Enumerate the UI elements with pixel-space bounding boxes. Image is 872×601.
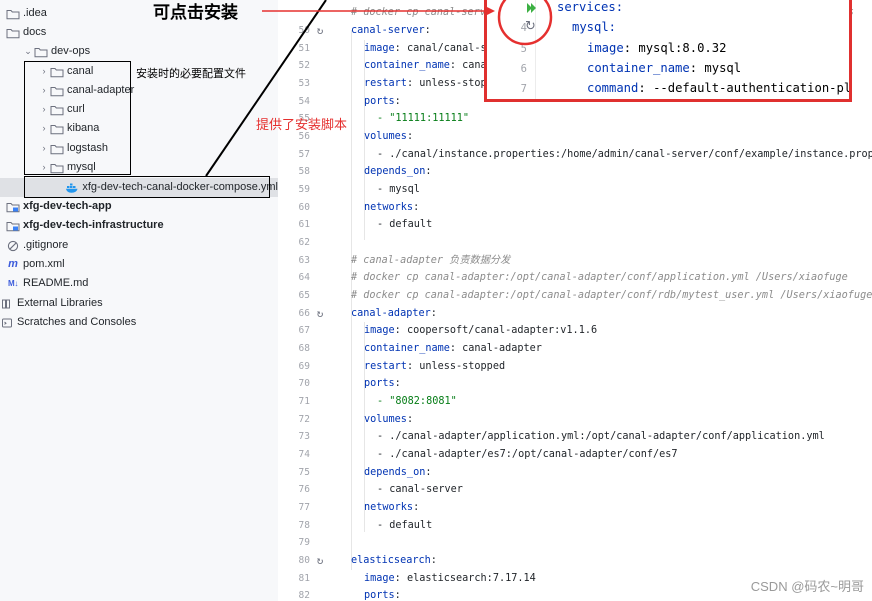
- watermark: CSDN @码农~明哥: [750, 579, 864, 594]
- config-note-label: 安装时的必要配置文件: [136, 68, 246, 80]
- click-to-install-label: 可点击安装: [153, 3, 238, 22]
- annotation-arrows: [205, 0, 495, 177]
- script-note-label: 提供了安装脚本: [256, 117, 348, 132]
